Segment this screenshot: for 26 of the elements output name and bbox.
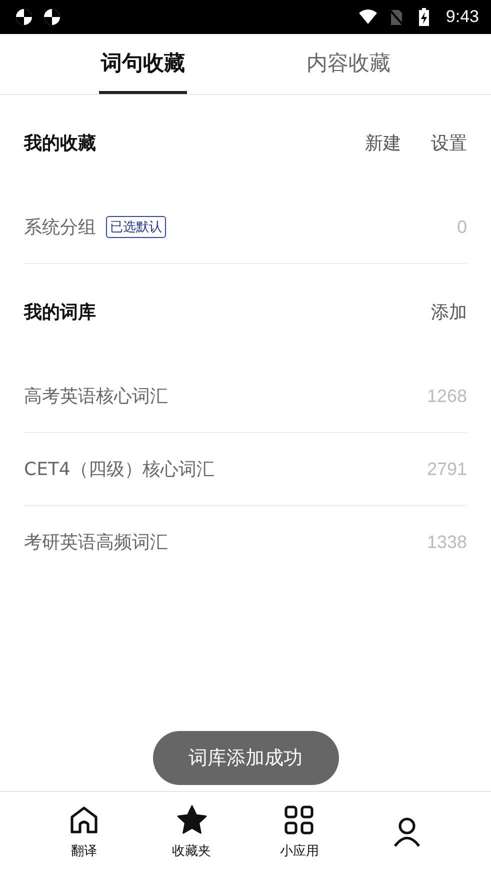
item-count: 0 bbox=[456, 216, 467, 238]
nav-label[interactable]: 翻译 bbox=[70, 842, 97, 860]
section-title: 我的收藏 bbox=[24, 132, 96, 155]
list-item-name[interactable]: 考研英语高频词汇 bbox=[24, 530, 168, 554]
nav-label[interactable]: 收藏夹 bbox=[172, 842, 212, 860]
default-tag: 已选默认 bbox=[106, 216, 166, 238]
section-action-link[interactable]: 设置 bbox=[431, 131, 467, 155]
list-item-name[interactable]: 系统分组 bbox=[24, 215, 96, 239]
tab[interactable]: 内容收藏 bbox=[304, 34, 392, 94]
item-count: 1338 bbox=[426, 532, 467, 552]
toast-message: 词库添加成功 bbox=[152, 731, 338, 785]
star-icon[interactable] bbox=[176, 804, 208, 836]
app-notification-icon bbox=[14, 7, 34, 27]
item-count: 1268 bbox=[426, 386, 467, 406]
item-count: 2791 bbox=[426, 458, 467, 480]
section-title: 我的词库 bbox=[24, 301, 96, 324]
tab[interactable]: 词句收藏 bbox=[98, 34, 187, 94]
list-item-name[interactable]: 高考英语核心词汇 bbox=[24, 384, 168, 408]
list-item-name[interactable]: CET4（四级）核心词汇 bbox=[24, 457, 214, 481]
nav-label[interactable]: 小应用 bbox=[280, 842, 319, 860]
clock-time: 9:43 bbox=[446, 7, 479, 27]
section-action-link[interactable]: 新建 bbox=[365, 131, 401, 155]
apps-grid-icon[interactable] bbox=[283, 804, 316, 836]
home-icon[interactable] bbox=[68, 804, 100, 836]
app-notification-icon bbox=[42, 7, 62, 27]
section-action-link[interactable]: 添加 bbox=[431, 300, 467, 324]
